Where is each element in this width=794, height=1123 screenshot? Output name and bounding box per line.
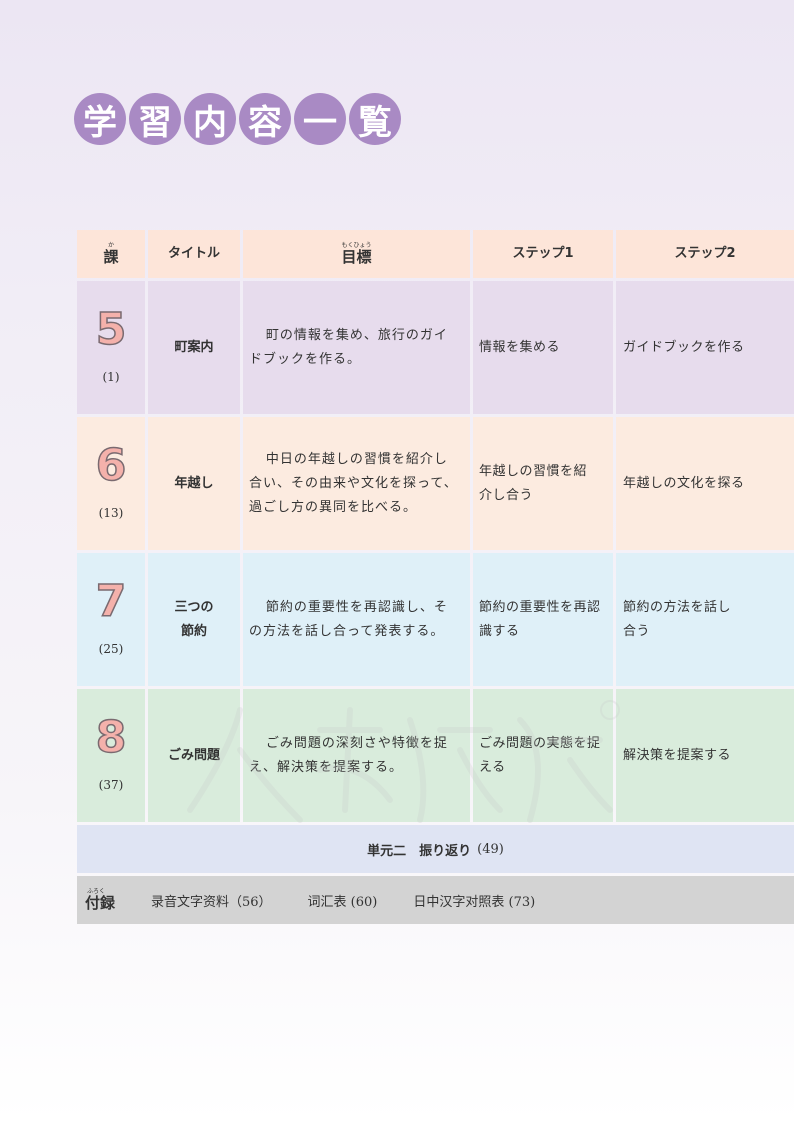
- goal-line: 過ごし方の異同を比べる。: [249, 499, 418, 515]
- appendix-item: 日中汉字对照表 (73): [413, 894, 536, 910]
- title-char: 一: [294, 93, 346, 145]
- lesson-title-line: ごみ問題: [167, 747, 220, 763]
- lesson-row: 8 (37) ごみ問題 ごみ問題の深刻さや特徴を捉え、解決策を提案する。 ごみ問…: [77, 689, 794, 822]
- appendix-heading: ふろく 付録: [77, 889, 145, 911]
- lesson-title-line: 節約: [180, 623, 207, 639]
- goal-line: 町の情報を集め、旅行のガイ: [265, 327, 448, 343]
- step-line: 年越しの文化を探る: [623, 475, 745, 491]
- table-header: か 課 タイトル もくひょう 目標 ステップ1 ステップ2: [77, 230, 794, 278]
- title-char: 容: [239, 93, 291, 145]
- lesson-goal: ごみ問題の深刻さや特徴を捉え、解決策を提案する。: [243, 689, 470, 822]
- lesson-page: (25): [98, 641, 124, 656]
- page-title: 学 習 内 容 一 覧: [74, 93, 401, 145]
- lesson-number-cell: 8 (37): [77, 689, 145, 822]
- lesson-title-line: 三つの: [174, 599, 214, 615]
- step-line: 年越しの習慣を紹: [479, 463, 588, 479]
- lesson-title-line: 町案内: [174, 339, 214, 355]
- header-lesson-label: 課: [103, 248, 119, 266]
- review-page: (49): [477, 841, 504, 857]
- title-char: 覧: [349, 93, 401, 145]
- goal-line: え、解決策を提案する。: [249, 759, 404, 775]
- goal-line: 節約の重要性を再認識し、そ: [265, 599, 448, 615]
- lesson-number-cell: 5 (1): [77, 281, 145, 414]
- review-label: 単元二 振り返り: [367, 843, 472, 859]
- lesson-title: 三つの 節約: [148, 553, 240, 686]
- goal-line: ごみ問題の深刻さや特徴を捉: [265, 735, 448, 751]
- title-char: 学: [74, 93, 126, 145]
- lesson-number: 6: [95, 439, 127, 491]
- lesson-step2: 解決策を提案する: [616, 689, 794, 822]
- step-line: 節約の重要性を再認: [479, 599, 601, 615]
- step-line: 識する: [479, 623, 520, 639]
- goal-line: ドブックを作る。: [249, 351, 362, 367]
- title-char: 内: [184, 93, 236, 145]
- contents-table: か 課 タイトル もくひょう 目標 ステップ1 ステップ2 5 (1) 町案内 …: [77, 230, 794, 924]
- header-step2: ステップ2: [616, 230, 794, 278]
- header-title: タイトル: [148, 230, 240, 278]
- lesson-page: (13): [98, 505, 124, 520]
- lesson-goal: 中日の年越しの習慣を紹介し 合い、その由来や文化を探って、 過ごし方の異同を比べる。: [243, 417, 470, 550]
- lesson-step2: ガイドブックを作る: [616, 281, 794, 414]
- goal-line: 合い、その由来や文化を探って、: [249, 475, 458, 491]
- lesson-title-line: 年越し: [174, 475, 214, 491]
- lesson-row: 6 (13) 年越し 中日の年越しの習慣を紹介し 合い、その由来や文化を探って、過…: [77, 417, 794, 550]
- step-line: ガイドブックを作る: [623, 339, 745, 355]
- step-line: 介し合う: [479, 487, 534, 503]
- header-goal: もくひょう 目標: [243, 230, 470, 278]
- lesson-row: 5 (1) 町案内 町の情報を集め、旅行のガイドブックを作る。 情報を集める ガ…: [77, 281, 794, 414]
- step-line: 情報を集める: [479, 339, 561, 355]
- step-line: 節約の方法を話し: [623, 599, 732, 615]
- lesson-title: 町案内: [148, 281, 240, 414]
- lesson-goal: 町の情報を集め、旅行のガイドブックを作る。: [243, 281, 470, 414]
- lesson-page: (37): [98, 777, 124, 792]
- lesson-title: ごみ問題: [148, 689, 240, 822]
- lesson-number-cell: 7 (25): [77, 553, 145, 686]
- appendix-item: 词汇表 (60): [307, 894, 378, 910]
- appendix-item: 录音文字资料（56）: [151, 894, 272, 910]
- lesson-row: 7 (25) 三つの節約 節約の重要性を再認識し、その方法を話し合って発表する。…: [77, 553, 794, 686]
- lesson-step1: 情報を集める: [473, 281, 613, 414]
- header-goal-label: 目標: [341, 248, 372, 266]
- lesson-step2: 節約の方法を話し 合う: [616, 553, 794, 686]
- lesson-number-cell: 6 (13): [77, 417, 145, 550]
- title-char: 習: [129, 93, 181, 145]
- lesson-step1: 節約の重要性を再認 識する: [473, 553, 613, 686]
- appendix-row: ふろく 付録 录音文字资料（56） 词汇表 (60) 日中汉字对照表 (73): [77, 876, 794, 924]
- lesson-title: 年越し: [148, 417, 240, 550]
- review-row: 単元二 振り返り (49): [77, 825, 794, 873]
- lesson-page: (1): [102, 369, 120, 384]
- lesson-step1: ごみ問題の実態を捉 える: [473, 689, 613, 822]
- step-line: 合う: [623, 623, 651, 639]
- step-line: える: [479, 759, 506, 775]
- lesson-goal: 節約の重要性を再認識し、その方法を話し合って発表する。: [243, 553, 470, 686]
- step-line: ごみ問題の実態を捉: [479, 735, 601, 751]
- lesson-number: 5: [95, 303, 127, 355]
- lesson-number: 7: [95, 575, 127, 627]
- appendix-label: 付録: [85, 894, 116, 912]
- header-lesson: か 課: [77, 230, 145, 278]
- goal-line: の方法を話し合って発表する。: [249, 623, 445, 639]
- lesson-step1: 年越しの習慣を紹 介し合う: [473, 417, 613, 550]
- lesson-step2: 年越しの文化を探る: [616, 417, 794, 550]
- goal-line: 中日の年越しの習慣を紹介し: [265, 451, 448, 467]
- step-line: 解決策を提案する: [623, 747, 732, 763]
- header-step1: ステップ1: [473, 230, 613, 278]
- lesson-number: 8: [95, 711, 127, 763]
